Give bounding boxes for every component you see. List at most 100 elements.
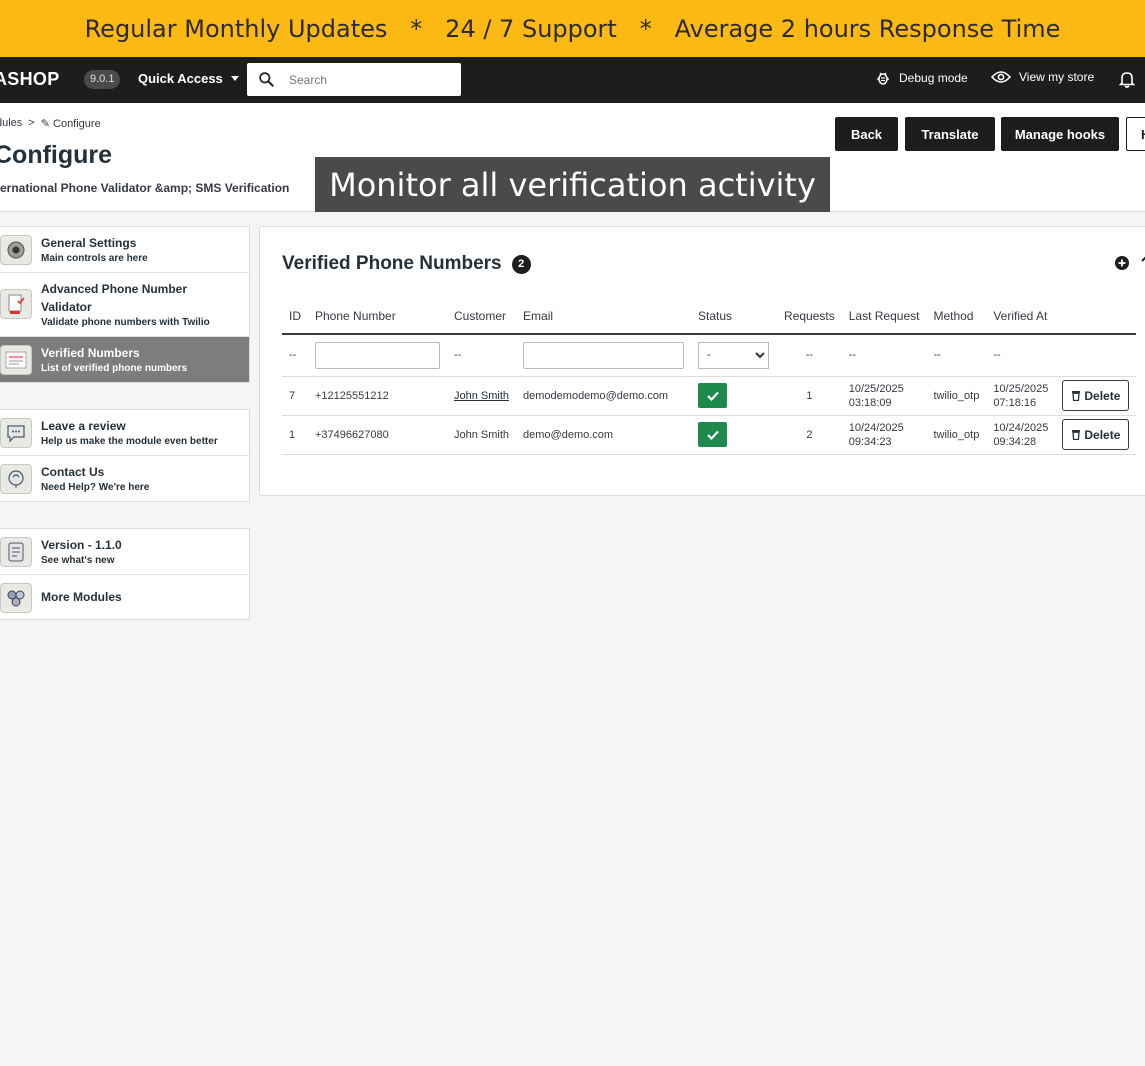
search-box[interactable] (247, 63, 461, 96)
column-header[interactable]: ID (282, 299, 308, 335)
sidebar-item-version[interactable]: Version - 1.1.0 See what's new (0, 529, 249, 575)
cell-email: demo@demo.com (516, 415, 692, 455)
sidebar-item-leave-review[interactable]: Leave a review Help us make the module ev… (0, 410, 249, 456)
column-header[interactable]: Email (516, 299, 692, 335)
version-badge: 9.0.1 (84, 70, 121, 89)
sidebar-item-phone-validator[interactable]: Advanced Phone Number Validator Validate … (0, 273, 249, 337)
cell-method: twilio_otp (926, 376, 987, 416)
sidebar-item-contact-us[interactable]: Contact Us Need Help? We're here (0, 456, 249, 501)
filter-placeholder: -- (282, 334, 308, 377)
help-button[interactable]: H (1126, 117, 1145, 151)
search-input[interactable] (289, 70, 449, 90)
column-header[interactable]: Status (691, 299, 778, 335)
translate-button[interactable]: Translate (905, 117, 995, 151)
sidebar-item-general-settings[interactable]: General Settings Main controls are here (0, 227, 249, 273)
phone-check-icon (0, 289, 32, 319)
cell-verified-date: 10/24/2025 (993, 421, 1049, 434)
back-button[interactable]: Back (835, 117, 898, 151)
filter-placeholder: -- (841, 334, 927, 377)
cell-requests: 1 (777, 376, 842, 416)
breadcrumb-modules[interactable]: dules (0, 117, 22, 130)
view-store-label: View my store (1019, 70, 1095, 84)
actions-header (1055, 299, 1137, 335)
cell-last-request-time: 03:18:09 (848, 396, 892, 409)
shop-logo[interactable]: ASHOP (0, 69, 60, 90)
cell-id: 1 (282, 415, 308, 455)
cell-phone: +37496627080 (308, 415, 447, 455)
sidebar-item-desc: Need Help? We're here (41, 482, 150, 493)
module-sidebar: General Settings Main controls are here A… (0, 226, 250, 646)
table-row: 1 +37496627080 John Smith demo@demo.com … (282, 415, 1137, 455)
cell-phone: +12125551212 (308, 376, 447, 416)
cell-requests: 2 (777, 415, 842, 455)
cell-last-request-date: 10/24/2025 (848, 421, 904, 434)
filter-placeholder: -- (926, 334, 987, 377)
debug-mode-link[interactable]: Debug mode (875, 70, 968, 86)
breadcrumb: dules > ✎ Configure (0, 117, 101, 130)
bell-icon[interactable] (1119, 70, 1135, 88)
cell-verified-time: 07:18:16 (993, 396, 1037, 409)
column-header[interactable]: Customer (447, 299, 517, 335)
cell-verified-date: 10/25/2025 (993, 382, 1049, 395)
add-circle-icon[interactable] (1115, 256, 1129, 270)
delete-label: Delete (1084, 388, 1121, 403)
email-filter-input[interactable] (523, 341, 685, 369)
column-header[interactable]: Verified At (986, 299, 1056, 335)
export-icon[interactable] (1139, 256, 1145, 270)
panel-title: Verified Phone Numbers 2 (282, 253, 531, 275)
eye-icon (991, 71, 1011, 83)
panel-actions (1115, 256, 1145, 270)
changelog-icon (0, 537, 32, 567)
column-header[interactable]: Phone Number (308, 299, 447, 335)
cell-customer: John Smith (447, 415, 517, 455)
customer-link[interactable]: John Smith (454, 390, 509, 402)
sidebar-item-title: More Modules (41, 590, 122, 604)
review-bubble-icon (0, 418, 32, 448)
puzzle-icon (0, 583, 32, 613)
cell-verified-time: 09:34:28 (993, 435, 1037, 448)
trash-icon (1072, 391, 1081, 401)
breadcrumb-configure: ✎ Configure (40, 118, 101, 130)
delete-button[interactable]: Delete (1062, 419, 1130, 450)
sidebar-item-title: Verified Numbers (41, 346, 140, 360)
sidebar-item-desc: Main controls are here (41, 253, 148, 264)
manage-hooks-button[interactable]: Manage hooks (1001, 117, 1119, 151)
sidebar-item-title: Advanced Phone Number Validator (41, 282, 188, 314)
verified-status-badge (698, 422, 728, 447)
verified-numbers-table: ID Phone Number Customer Email Status Re… (282, 299, 1137, 455)
quick-access-label: Quick Access (138, 71, 223, 86)
feature-caption: Monitor all verification activity (315, 157, 830, 212)
column-header[interactable]: Method (926, 299, 987, 335)
sidebar-item-desc: Validate phone numbers with Twilio (41, 317, 210, 328)
debug-mode-label: Debug mode (899, 71, 968, 85)
filter-row: -- -- - -- -- -- -- (282, 334, 1137, 377)
filter-placeholder: -- (777, 334, 842, 377)
sidebar-item-more-modules[interactable]: More Modules (0, 575, 249, 619)
view-store-link[interactable]: View my store (991, 70, 1094, 84)
sidebar-group-info: Version - 1.1.0 See what's new More Modul… (0, 528, 250, 620)
sidebar-item-desc: Help us make the module even better (41, 436, 218, 447)
promo-banner: Regular Monthly Updates * 24 / 7 Support… (0, 0, 1145, 57)
sidebar-item-desc: List of verified phone numbers (41, 363, 188, 374)
cell-email: demodemodemo@demo.com (516, 376, 692, 416)
sidebar-group-support: Leave a review Help us make the module ev… (0, 409, 250, 502)
phone-filter-input[interactable] (315, 341, 440, 369)
sidebar-item-desc: See what's new (41, 555, 115, 566)
trash-icon (1072, 430, 1081, 440)
count-badge: 2 (511, 254, 531, 274)
column-header[interactable]: Last Request (841, 299, 927, 335)
sidebar-item-title: Leave a review (41, 419, 126, 433)
sidebar-item-verified-numbers[interactable]: Verified Numbers List of verified phone n… (0, 337, 249, 382)
top-navbar: ASHOP 9.0.1 Quick Access Debug mode View… (0, 57, 1145, 103)
check-icon (706, 430, 719, 440)
verified-numbers-panel: Verified Phone Numbers 2 ID Phone Number… (259, 226, 1145, 496)
table-row: 7 +12125551212 John Smith demodemodemo@d… (282, 376, 1137, 416)
cell-id: 7 (282, 376, 308, 416)
column-header[interactable]: Requests (777, 299, 842, 335)
delete-label: Delete (1084, 427, 1121, 442)
cell-last-request-time: 09:34:23 (848, 435, 892, 448)
delete-button[interactable]: Delete (1062, 380, 1130, 411)
status-filter-select[interactable]: - (698, 341, 770, 369)
quick-access-menu[interactable]: Quick Access (138, 71, 239, 86)
sidebar-group-main: General Settings Main controls are here A… (0, 226, 250, 383)
